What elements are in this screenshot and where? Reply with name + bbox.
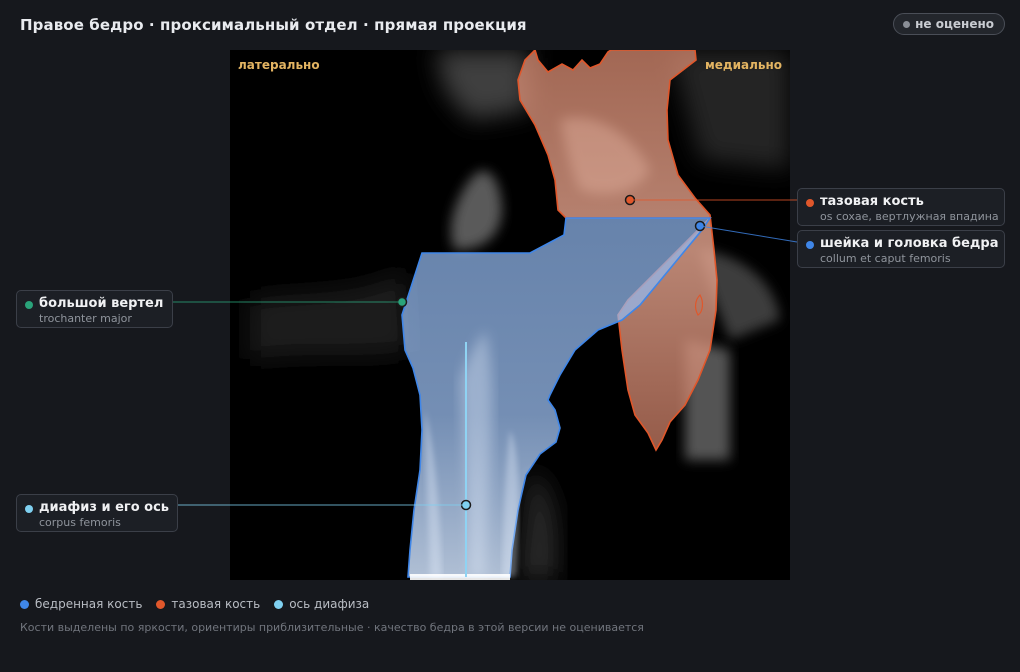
xray-image [250,50,790,580]
callout-neck[interactable]: шейка и головка бедра collum et caput fe… [797,230,1005,268]
callout-pelvis-latin: os coxae, вертлужная впадина [820,210,999,223]
callout-shaft-name: диафиз и его ось [39,500,170,515]
status-badge: не оценено [893,13,1005,35]
callout-trochanter[interactable]: большой вертел trochanter major [16,290,173,328]
callout-trochanter-name: большой вертел [39,296,164,311]
page-title: Правое бедро · проксимальный отдел · пря… [20,16,527,34]
callout-shaft[interactable]: диафиз и его ось corpus femoris [16,494,178,532]
legend-pelvis-label: тазовая кость [171,597,261,611]
callout-pelvis-name: тазовая кость [820,194,924,209]
orientation-lateral-label: латерально [238,58,320,72]
callout-pelvis[interactable]: тазовая кость os coxae, вертлужная впади… [797,188,1005,226]
legend-item-axis: ось диафиза [274,597,369,611]
axis-dot-icon [274,599,284,609]
neck-marker[interactable] [694,220,706,232]
pelvis-dot-icon [806,199,814,207]
shaft-marker[interactable] [460,499,472,511]
legend-item-femur: бедренная кость [20,597,142,611]
callout-neck-latin: collum et caput femoris [820,252,951,265]
orientation-medial-label: медиально [704,58,782,72]
pelvis-marker[interactable] [624,194,636,206]
xray-viewer[interactable]: латерально медиально [230,50,790,580]
femur-dot-icon [20,599,29,609]
status-badge-label: не оценено [915,17,994,31]
callout-neck-name: шейка и головка бедра [820,236,999,251]
legend-axis-label: ось диафиза [289,597,370,611]
callout-shaft-latin: corpus femoris [39,516,121,529]
shaft-dot-icon [25,505,33,513]
pelvis-legend-dot-icon [156,599,166,609]
legend-femur-label: бедренная кость [35,597,143,611]
legend-item-pelvis: тазовая кость [156,597,260,611]
neck-dot-icon [806,241,814,249]
footer-note: Кости выделены по яркости, ориентиры при… [20,621,644,634]
callout-trochanter-latin: trochanter major [39,312,132,325]
trochanter-dot-icon [25,301,33,309]
status-dot-icon [903,20,911,28]
legend: бедренная кость тазовая кость ось диафиз… [20,597,369,611]
trochanter-marker[interactable] [396,296,408,308]
